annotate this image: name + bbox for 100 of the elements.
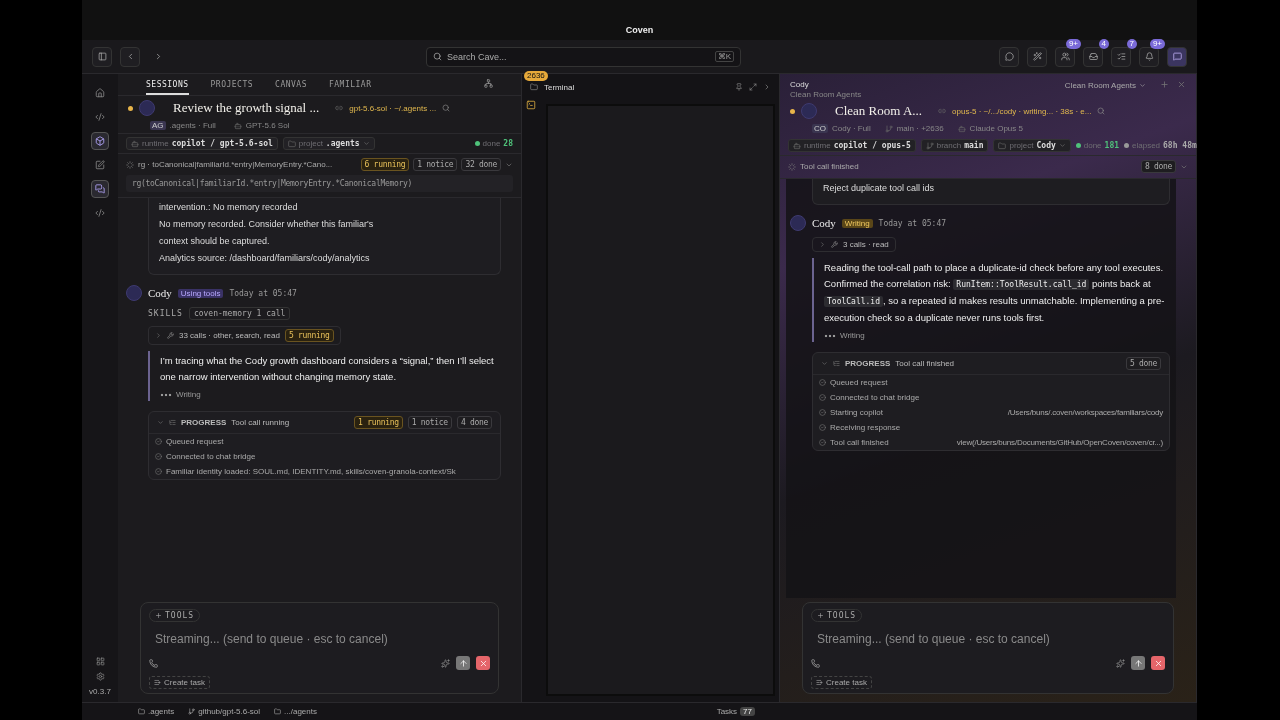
chip-label: runtime: [142, 139, 169, 148]
create-task-button[interactable]: Create task: [811, 676, 872, 689]
message-text: Reading the tool-call path to place a duplicate-id check before any tool executes. Confirmed the correlation risk: RunItem::ToolResult.call_id points back at ToolCall.id , so a repeated id makes results unmatchable. Implementing a pre-execution check so a duplicate never runs tools first.: [824, 261, 1166, 325]
wand-icon: [1032, 52, 1042, 61]
message-icon: [1172, 52, 1182, 61]
wand-button[interactable]: [1027, 46, 1047, 67]
chip-label: project: [1009, 141, 1034, 150]
message-time: Today at 05:47: [878, 218, 947, 228]
avatar: [139, 100, 155, 116]
search-icon: [1097, 107, 1106, 115]
status-dot: [1124, 143, 1129, 148]
session-chip[interactable]: project Cody: [993, 139, 1071, 152]
branch-icon: [884, 124, 893, 133]
session-title: Review the growth signal ...: [173, 100, 320, 116]
list-icon: [169, 419, 176, 426]
checklist-icon: [1116, 52, 1126, 61]
toolbar-button[interactable]: [1139, 46, 1159, 67]
bell-icon: [1144, 52, 1154, 61]
toolbar-button[interactable]: [1083, 46, 1103, 67]
status-label: 1 notice: [407, 416, 452, 429]
stat-value: 181: [1104, 141, 1119, 150]
workspace-label[interactable]: .agents · Full: [169, 121, 216, 130]
search-field[interactable]: Search Cave... ⌘K: [426, 46, 741, 67]
footer-item[interactable]: .../agents: [274, 707, 317, 716]
footer-item[interactable]: .agents: [138, 707, 175, 716]
chevron-icon: [821, 360, 828, 367]
progress-label: PROGRESS: [845, 359, 891, 368]
chat-button[interactable]: [999, 46, 1019, 67]
tasks-button[interactable]: Tasks 77: [716, 707, 755, 716]
activity-text: rg · toCanonical|familiarId.*entry|MemoryEntry.*Cano...: [138, 160, 334, 169]
check-circle-icon: [819, 379, 826, 386]
stat-label: elapsed: [1132, 141, 1161, 150]
calls-text: 3 calls · read: [843, 240, 889, 249]
model-label[interactable]: GPT-5.6 Sol: [245, 121, 290, 130]
skills-label: SKILLS: [148, 309, 183, 318]
session-chip[interactable]: branch main: [920, 139, 989, 152]
status-dot: [128, 105, 133, 111]
sidebar-toggle-button[interactable]: [92, 46, 112, 67]
expand-icon: [749, 83, 757, 91]
count-badge: 9+: [1065, 38, 1081, 49]
message-line: No memory recorded. Consider whether this familiar's: [159, 218, 375, 231]
status-label: Using tools: [177, 288, 224, 298]
stat-value: 28: [503, 139, 513, 148]
tab[interactable]: PROJECTS: [210, 79, 254, 95]
message-text: I’m tracing what the Cody growth dashboard considers a “signal,” then I’ll select one narrow intervention without changing memory state.: [160, 354, 495, 384]
chevron-icon: [1058, 142, 1066, 149]
link-icon: [335, 104, 344, 112]
tab[interactable]: CANVAS: [275, 79, 307, 95]
workspace-label[interactable]: Cody · Full: [832, 124, 871, 133]
window-title: Coven: [625, 25, 654, 35]
status-label: Writing: [841, 218, 873, 228]
status-dot: [1075, 143, 1081, 148]
rail-button[interactable]: [91, 132, 109, 150]
status-label: 5 done: [1125, 357, 1161, 370]
rail-button[interactable]: [91, 180, 109, 198]
tab[interactable]: SESSIONS: [146, 79, 189, 95]
status-dot: [790, 108, 795, 114]
send-button[interactable]: [1131, 656, 1145, 670]
tool-calls-summary[interactable]: 33 calls · other, search, read 5 running: [148, 326, 341, 345]
footer-item[interactable]: github/gpt-5.6-sol: [188, 707, 261, 716]
avatar: [790, 215, 806, 231]
session-meta: opus-5 · ~/.../cody · writing... · 38s · e...: [952, 106, 1092, 116]
branch-label[interactable]: main · +2636: [896, 124, 944, 133]
count-badge: 77: [740, 707, 755, 716]
message-composer[interactable]: TOOLS Streaming... (send to queue · esc to cancel) Create task: [140, 602, 499, 694]
toolbar-button[interactable]: [1111, 46, 1131, 67]
count-badge: 7: [1126, 38, 1137, 49]
team-select[interactable]: Clean Room Agents: [1058, 80, 1152, 91]
chevron-icon: [362, 140, 370, 147]
message-line: intervention.: No memory recorded: [159, 201, 299, 214]
model-label[interactable]: Claude Opus 5: [969, 124, 1023, 133]
session-chip[interactable]: runtime copilot / gpt-5.6-sol: [126, 137, 278, 150]
chip-value: copilot / opus-5: [833, 141, 911, 150]
spinner-icon: [788, 162, 796, 171]
tab[interactable]: FAMILIAR: [328, 79, 372, 95]
sparkle-icon: [441, 658, 450, 668]
network-icon: [484, 79, 493, 88]
send-button[interactable]: [456, 656, 470, 670]
writing-indicator: Writing: [840, 331, 865, 340]
version-label: v0.3.7: [89, 687, 111, 696]
session-title: Clean Room A...: [835, 103, 923, 119]
message-composer[interactable]: TOOLS Streaming... (send to queue · esc to cancel) Create task: [802, 602, 1174, 694]
skill-chip[interactable]: coven-memory 1 call: [188, 307, 291, 320]
tool-calls-summary[interactable]: 3 calls · read: [812, 237, 896, 252]
chevron-icon: [1139, 82, 1146, 89]
chat-icon: [95, 184, 105, 194]
chip-label: project: [298, 139, 323, 148]
count-badge: 4: [1098, 38, 1109, 49]
messages-button[interactable]: [1167, 46, 1187, 67]
stat-value: 68h 48m: [1163, 141, 1197, 150]
phone-icon: [811, 658, 820, 668]
session-chip[interactable]: runtime copilot / opus-5: [788, 139, 916, 152]
toolbar-button[interactable]: [1055, 46, 1075, 67]
status-label: 6 running: [360, 158, 410, 171]
progress-step: Tool call finished: [830, 438, 889, 447]
session-chip[interactable]: project .agents: [282, 137, 375, 150]
stop-button[interactable]: [1151, 656, 1165, 670]
create-task-button[interactable]: Create task: [149, 676, 210, 689]
chevron-icon: [155, 332, 162, 339]
stop-button[interactable]: [476, 656, 490, 670]
